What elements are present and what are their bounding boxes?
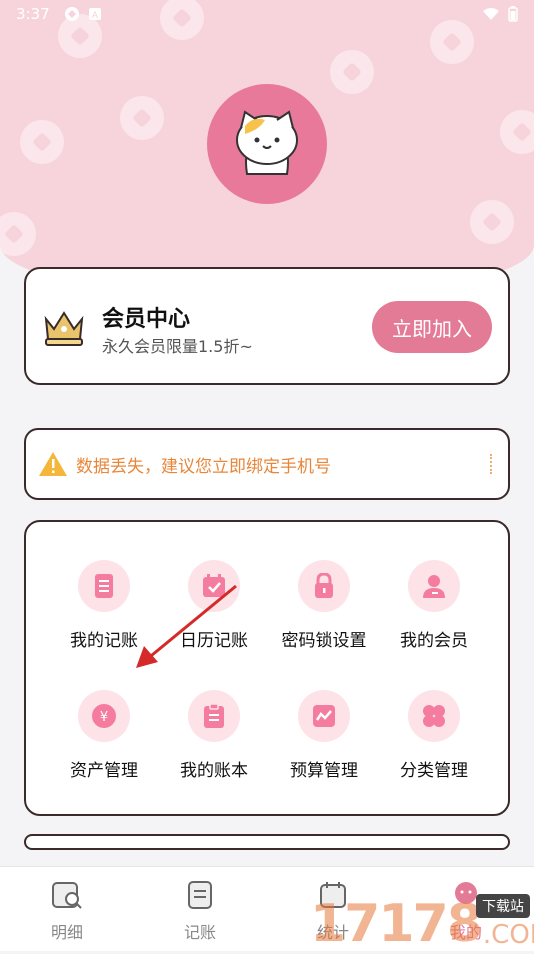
notice-scroll-indicator: [490, 454, 496, 474]
status-bar: 3:37 A: [0, 0, 534, 28]
svg-text:A: A: [92, 11, 99, 21]
status-time: 3:37: [16, 5, 50, 23]
yen-coin-icon: ¥: [78, 690, 130, 742]
coin-decoration: [330, 50, 374, 94]
vip-title: 会员中心: [102, 307, 191, 332]
site-watermark: 17178 .COM 下载站: [310, 878, 534, 950]
coin-decoration: [500, 110, 534, 154]
grid-item-my-account-book[interactable]: 我的账本: [159, 690, 269, 781]
member-icon: [408, 560, 460, 612]
budget-chart-icon: [298, 690, 350, 742]
clipboard-icon: [188, 690, 240, 742]
lock-icon: [298, 560, 350, 612]
join-now-button[interactable]: 立即加入: [372, 301, 492, 353]
coin-decoration: [120, 96, 164, 140]
watermark-tag: 下载站: [476, 894, 530, 918]
grid-label: 预算管理: [290, 761, 358, 781]
grid-item-asset-management[interactable]: ¥ 资产管理: [49, 690, 159, 781]
keyboard-notification-icon: A: [88, 8, 101, 21]
category-clover-icon: [408, 690, 460, 742]
cat-avatar-icon: [236, 110, 298, 175]
crown-icon: [44, 311, 84, 346]
features-grid: 我的记账 日历记账 密码锁设置 我的会员 ¥ 资产管理 我的账本 预算管理 分类…: [24, 520, 510, 816]
battery-icon: [508, 6, 518, 22]
coin-decoration: [20, 120, 64, 164]
coin-decoration: [470, 200, 514, 244]
grid-label: 我的会员: [400, 631, 468, 651]
coin-decoration: [0, 212, 36, 256]
notepad-icon: [188, 881, 212, 909]
wifi-icon: [483, 8, 499, 20]
grid-label: 我的账本: [180, 761, 248, 781]
svg-text:¥: ¥: [100, 710, 108, 725]
grid-label: 密码锁设置: [281, 631, 367, 651]
app-notification-icon: [64, 7, 79, 21]
notice-text: 数据丢失，建议您立即绑定手机号: [76, 456, 331, 477]
grid-item-password-lock[interactable]: 密码锁设置: [269, 560, 379, 651]
avatar[interactable]: [207, 84, 327, 204]
grid-item-category-management[interactable]: 分类管理: [379, 690, 489, 781]
tab-label: 明细: [50, 923, 83, 942]
grid-label: 资产管理: [70, 761, 138, 781]
ledger-icon: [78, 560, 130, 612]
vip-card[interactable]: 会员中心 永久会员限量1.5折~ 立即加入: [24, 267, 510, 385]
tab-bookkeeping[interactable]: 记账: [150, 879, 250, 943]
watermark-suffix: .COM: [482, 920, 534, 950]
notice-banner[interactable]: 数据丢失，建议您立即绑定手机号: [24, 428, 510, 500]
grid-label: 分类管理: [400, 761, 468, 781]
watermark-digits: 17178: [310, 894, 483, 954]
grid-item-budget-management[interactable]: 预算管理: [269, 690, 379, 781]
grid-item-my-membership[interactable]: 我的会员: [379, 560, 489, 651]
tab-details[interactable]: 明细: [17, 879, 117, 943]
bottom-card-peek: [24, 834, 510, 850]
detail-icon: [52, 882, 82, 909]
warning-icon: [39, 452, 67, 476]
tab-label: 记账: [183, 923, 216, 942]
vip-subtitle: 永久会员限量1.5折~: [102, 337, 253, 356]
red-arrow-annotation: [136, 584, 237, 668]
